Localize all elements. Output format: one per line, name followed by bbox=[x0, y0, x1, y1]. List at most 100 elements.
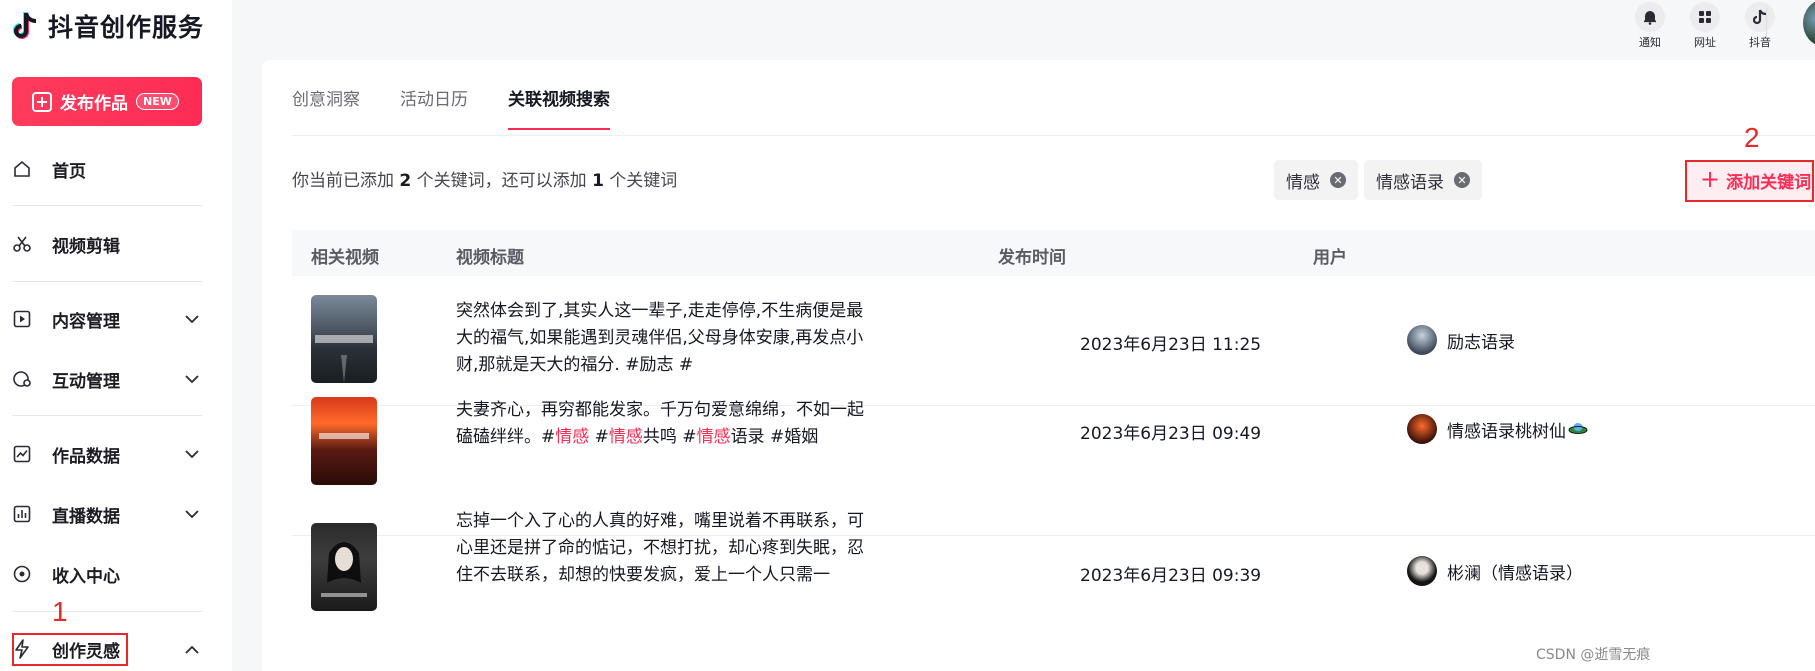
app-title: 抖音创作服务 bbox=[48, 13, 205, 42]
user-cell[interactable]: 情感语录桃树仙 bbox=[1407, 414, 1588, 444]
sidebar-item-income[interactable]: 收入中心 bbox=[0, 554, 232, 594]
notify-label: 通知 bbox=[1639, 36, 1661, 49]
new-badge: NEW bbox=[136, 93, 179, 110]
tab-activity-calendar[interactable]: 活动日历 bbox=[400, 85, 468, 130]
avatar bbox=[1407, 556, 1437, 586]
chevron-down-icon[interactable] bbox=[182, 444, 202, 464]
video-thumbnail[interactable] bbox=[311, 295, 377, 383]
scissors-icon bbox=[12, 234, 32, 254]
keyword-chip[interactable]: 情感 ✕ bbox=[1274, 160, 1358, 200]
user-cell[interactable]: 励志语录 bbox=[1407, 325, 1515, 355]
sidebar-item-label: 直播数据 bbox=[52, 506, 120, 527]
annotation-box-add-keyword bbox=[1685, 160, 1814, 202]
comment-icon bbox=[12, 369, 32, 389]
annotation-number-1: 1 bbox=[52, 596, 68, 627]
title-part: 共鸣 # bbox=[642, 427, 697, 447]
keyword-chip-label: 情感语录 bbox=[1376, 172, 1444, 193]
notify-button[interactable]: 通知 bbox=[1630, 2, 1670, 50]
sidebar-item-label: 互动管理 bbox=[52, 371, 120, 392]
keyword-chip[interactable]: 情感语录 ✕ bbox=[1364, 160, 1482, 200]
tab-bar: 创意洞察 活动日历 关联视频搜索 bbox=[292, 85, 610, 130]
sidebar-item-label: 收入中心 bbox=[52, 566, 120, 587]
column-header: 发布时间 bbox=[998, 248, 1066, 268]
publish-button[interactable]: 发布作品 NEW bbox=[12, 77, 202, 126]
play-square-icon bbox=[12, 309, 32, 329]
ufo-emoji-icon bbox=[1568, 420, 1588, 439]
info-prefix: 你当前已添加 bbox=[292, 171, 400, 191]
title-part: 语录 #婚姻 bbox=[730, 427, 819, 447]
title-keyword-highlight: 情感 bbox=[696, 427, 731, 447]
table-row[interactable]: 突然体会到了,其实人这一辈子,走走停停,不生病便是最大的福气,如果能遇到灵魂伴侣… bbox=[292, 276, 1815, 406]
added-count: 2 bbox=[399, 171, 412, 191]
chevron-up-icon[interactable] bbox=[182, 639, 202, 659]
close-icon[interactable]: ✕ bbox=[1454, 172, 1470, 188]
sidebar-item-label: 视频剪辑 bbox=[52, 236, 120, 257]
chevron-down-icon[interactable] bbox=[182, 504, 202, 524]
title-part: # bbox=[589, 427, 609, 447]
title-keyword-highlight: 情感 bbox=[608, 427, 643, 447]
column-header: 用户 bbox=[1313, 248, 1347, 268]
title-keyword-highlight: 情感 bbox=[555, 427, 590, 447]
video-thumbnail[interactable] bbox=[311, 523, 377, 611]
chevron-down-icon[interactable] bbox=[182, 309, 202, 329]
topbar: 通知 网址 抖音 bbox=[232, 0, 1815, 60]
tab-underline-divider bbox=[292, 135, 1815, 136]
publish-time: 2023年6月23日 11:25 bbox=[1080, 335, 1262, 355]
video-title[interactable]: 忘掉一个入了心的人真的好难，嘴里说着不再联系，可心里还是拼了命的惦记，不想打扰，… bbox=[456, 508, 876, 589]
tab-related-video-search[interactable]: 关联视频搜索 bbox=[508, 85, 610, 130]
douyin-button[interactable]: 抖音 bbox=[1740, 2, 1780, 50]
user-name: 情感语录桃树仙 bbox=[1447, 421, 1566, 442]
close-icon[interactable]: ✕ bbox=[1330, 172, 1346, 188]
sidebar-item-home[interactable]: 首页 bbox=[0, 149, 232, 189]
sidebar-item-label: 内容管理 bbox=[52, 311, 120, 332]
plus-square-icon bbox=[32, 91, 52, 112]
keyword-count-info: 你当前已添加 2 个关键词，还可以添加 1 个关键词 bbox=[292, 166, 677, 191]
divider bbox=[12, 205, 202, 206]
info-middle: 个关键词，还可以添加 bbox=[411, 171, 593, 191]
chevron-down-icon[interactable] bbox=[182, 369, 202, 389]
sidebar-item-label: 首页 bbox=[52, 161, 86, 182]
bell-icon bbox=[1635, 2, 1665, 32]
avatar bbox=[1407, 414, 1437, 444]
publish-time: 2023年6月23日 09:39 bbox=[1080, 566, 1262, 586]
divider bbox=[12, 611, 202, 612]
table-header: 相关视频 视频标题 发布时间 用户 bbox=[292, 230, 1815, 276]
user-name: 励志语录 bbox=[1447, 332, 1515, 353]
annotation-number-2: 2 bbox=[1744, 122, 1760, 153]
avatar bbox=[1407, 325, 1437, 355]
web-label: 网址 bbox=[1694, 36, 1716, 49]
user-name: 彬澜（情感语录） bbox=[1447, 563, 1583, 584]
sidebar-item-content[interactable]: 内容管理 bbox=[0, 299, 232, 339]
app-logo[interactable]: 抖音创作服务 bbox=[12, 8, 204, 44]
grid-icon bbox=[1690, 2, 1720, 32]
sidebar-item-works-data[interactable]: 作品数据 bbox=[0, 434, 232, 474]
topbar-divider bbox=[1766, 8, 1767, 38]
bar-chart-icon bbox=[12, 504, 32, 524]
sidebar-item-interaction[interactable]: 互动管理 bbox=[0, 359, 232, 399]
video-thumbnail[interactable] bbox=[311, 397, 377, 485]
target-icon bbox=[12, 564, 32, 584]
main-panel: 创意洞察 活动日历 关联视频搜索 你当前已添加 2 个关键词，还可以添加 1 个… bbox=[262, 60, 1815, 671]
column-header: 相关视频 bbox=[311, 248, 379, 268]
home-icon bbox=[12, 159, 32, 179]
user-cell[interactable]: 彬澜（情感语录） bbox=[1407, 556, 1583, 586]
douyin-icon bbox=[1745, 2, 1775, 32]
sidebar-item-live-data[interactable]: 直播数据 bbox=[0, 494, 232, 534]
douyin-label: 抖音 bbox=[1749, 36, 1771, 49]
info-suffix: 个关键词 bbox=[603, 171, 678, 191]
watermark: CSDN @逝雪无痕 bbox=[1536, 647, 1651, 663]
sidebar-item-video-edit[interactable]: 视频剪辑 bbox=[0, 224, 232, 264]
keyword-chip-label: 情感 bbox=[1286, 172, 1320, 193]
tab-creative-insight[interactable]: 创意洞察 bbox=[292, 85, 360, 130]
web-button[interactable]: 网址 bbox=[1685, 2, 1725, 50]
publish-time: 2023年6月23日 09:49 bbox=[1080, 424, 1262, 444]
video-title[interactable]: 突然体会到了,其实人这一辈子,走走停停,不生病便是最大的福气,如果能遇到灵魂伴侣… bbox=[456, 298, 876, 379]
publish-label: 发布作品 bbox=[60, 94, 128, 114]
annotation-box-inspiration bbox=[12, 633, 128, 666]
douyin-logo-icon bbox=[13, 12, 37, 39]
video-title[interactable]: 夫妻齐心，再穷都能发家。千万句爱意绵绵，不如一起磕磕绊绊。#情感 #情感共鸣 #… bbox=[456, 397, 876, 451]
sidebar: 抖音创作服务 发布作品 NEW 首页 视频剪辑 内容管理 互动管理 作品数据 直… bbox=[0, 0, 232, 671]
remaining-count: 1 bbox=[592, 171, 604, 191]
divider bbox=[12, 415, 202, 416]
column-header: 视频标题 bbox=[456, 248, 524, 268]
